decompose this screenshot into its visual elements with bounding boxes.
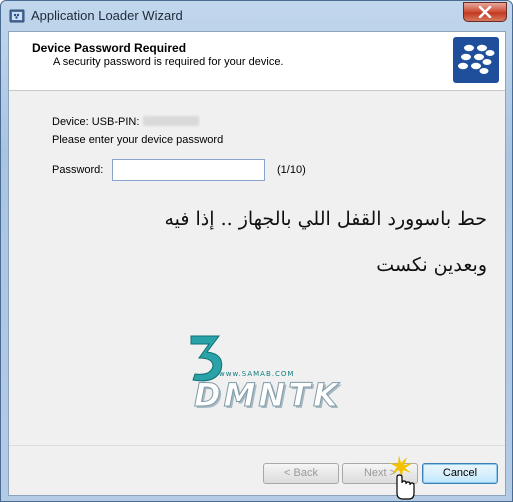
close-icon bbox=[478, 6, 492, 18]
title-bar[interactable]: Application Loader Wizard bbox=[1, 1, 512, 31]
blackberry-logo-icon bbox=[453, 37, 499, 83]
header-subtitle: A security password is required for your… bbox=[53, 56, 284, 68]
footer-divider bbox=[9, 445, 505, 446]
device-pin-redacted bbox=[143, 116, 199, 126]
application-window: Application Loader Wizard Device Passwor… bbox=[0, 0, 513, 502]
wizard-content: Device Password Required A security pass… bbox=[8, 31, 506, 500]
device-label: Device: USB-PIN: bbox=[52, 116, 140, 128]
password-label: Password: bbox=[52, 164, 104, 176]
password-field[interactable] bbox=[112, 159, 265, 181]
watermark-name: DMNTK bbox=[194, 376, 341, 415]
close-button[interactable] bbox=[463, 2, 507, 22]
attempts-counter: (1/10) bbox=[277, 164, 306, 176]
hand-cursor-icon bbox=[389, 455, 415, 500]
instruction-text: Please enter your device password bbox=[52, 134, 224, 146]
back-button[interactable]: < Back bbox=[263, 463, 339, 484]
app-icon bbox=[9, 8, 25, 24]
annotation-line-2: وبعدين نكست bbox=[376, 254, 487, 276]
window-title: Application Loader Wizard bbox=[31, 8, 183, 23]
header-title: Device Password Required bbox=[32, 41, 187, 55]
cancel-button[interactable]: Cancel bbox=[422, 463, 498, 484]
annotation-line-1: حط باسوورد القفل اللي بالجهاز .. إذا فيه bbox=[164, 208, 487, 230]
wizard-header: Device Password Required A security pass… bbox=[9, 32, 505, 91]
